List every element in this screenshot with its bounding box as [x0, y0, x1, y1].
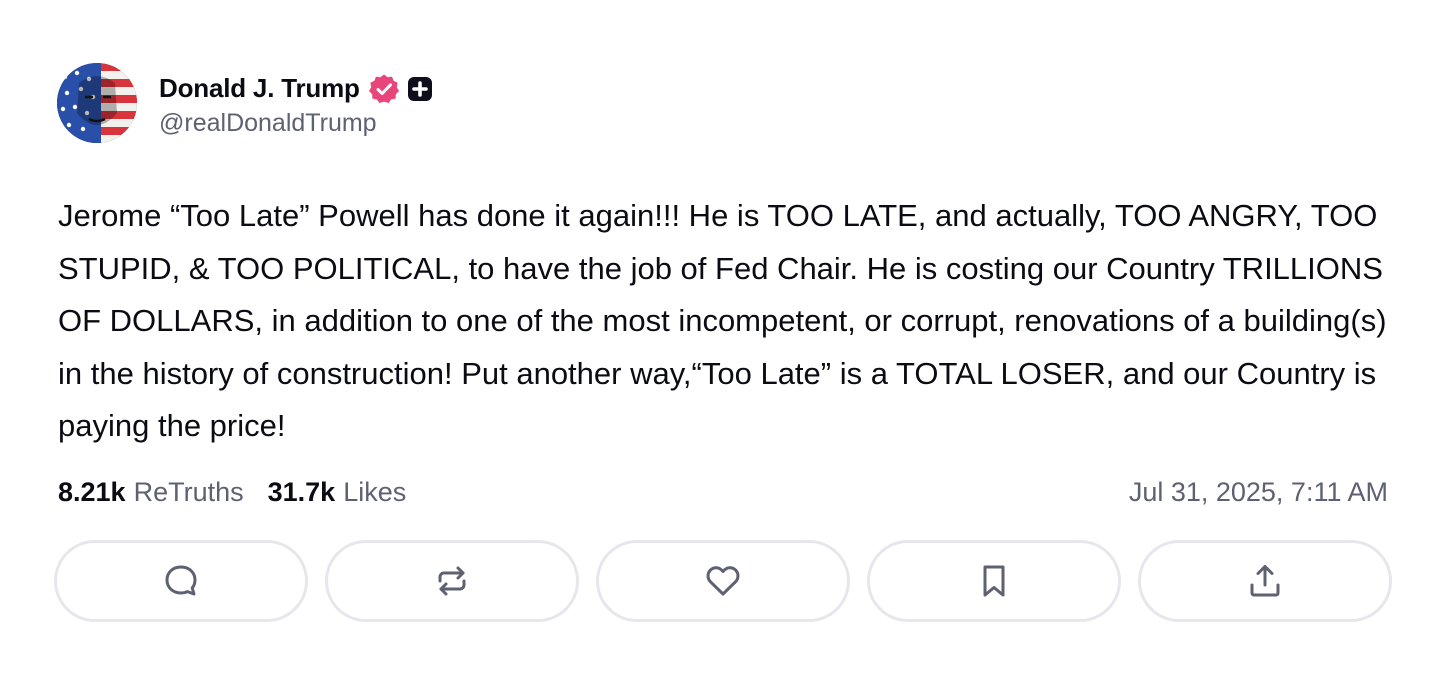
- repost-arrows-icon: [438, 566, 466, 596]
- author-handle[interactable]: @realDonaldTrump: [159, 109, 434, 138]
- bookmark-icon: [983, 565, 1005, 597]
- share-button[interactable]: [1138, 540, 1392, 622]
- retruths-label: ReTruths: [133, 476, 244, 507]
- display-name[interactable]: Donald J. Trump: [159, 73, 360, 104]
- reply-button[interactable]: [54, 540, 308, 622]
- action-bar: [54, 540, 1392, 622]
- bookmark-button[interactable]: [867, 540, 1121, 622]
- post-body-text: Jerome “Too Late” Powell has done it aga…: [58, 198, 1387, 443]
- author-names: Donald J. Trump @realDonaldTrump: [159, 69, 434, 138]
- avatar[interactable]: [57, 63, 137, 143]
- post-timestamp[interactable]: Jul 31, 2025, 7:11 AM: [1129, 472, 1388, 512]
- post-header: Donald J. Trump @realDonaldTrump: [57, 63, 434, 143]
- likes-count: 31.7k: [267, 476, 336, 507]
- heart-icon: [706, 566, 740, 596]
- truth-post: Donald J. Trump @realDonaldTrump Jerome …: [0, 0, 1456, 678]
- retruth-button[interactable]: [325, 540, 579, 622]
- retruths-stat[interactable]: 8.21k ReTruths: [58, 477, 244, 508]
- post-stats: 8.21k ReTruths 31.7k Likes: [58, 472, 406, 512]
- flag-face-avatar-icon: [57, 63, 137, 143]
- like-button[interactable]: [596, 540, 850, 622]
- comment-bubble-icon: [165, 565, 197, 596]
- likes-label: Likes: [343, 476, 407, 507]
- likes-stat[interactable]: 31.7k Likes: [268, 477, 407, 508]
- verified-badge-icon: [368, 73, 400, 105]
- name-row: Donald J. Trump: [159, 69, 434, 109]
- retruths-count: 8.21k: [58, 476, 126, 507]
- plus-badge-icon: [406, 75, 434, 103]
- upload-share-icon: [1250, 565, 1280, 597]
